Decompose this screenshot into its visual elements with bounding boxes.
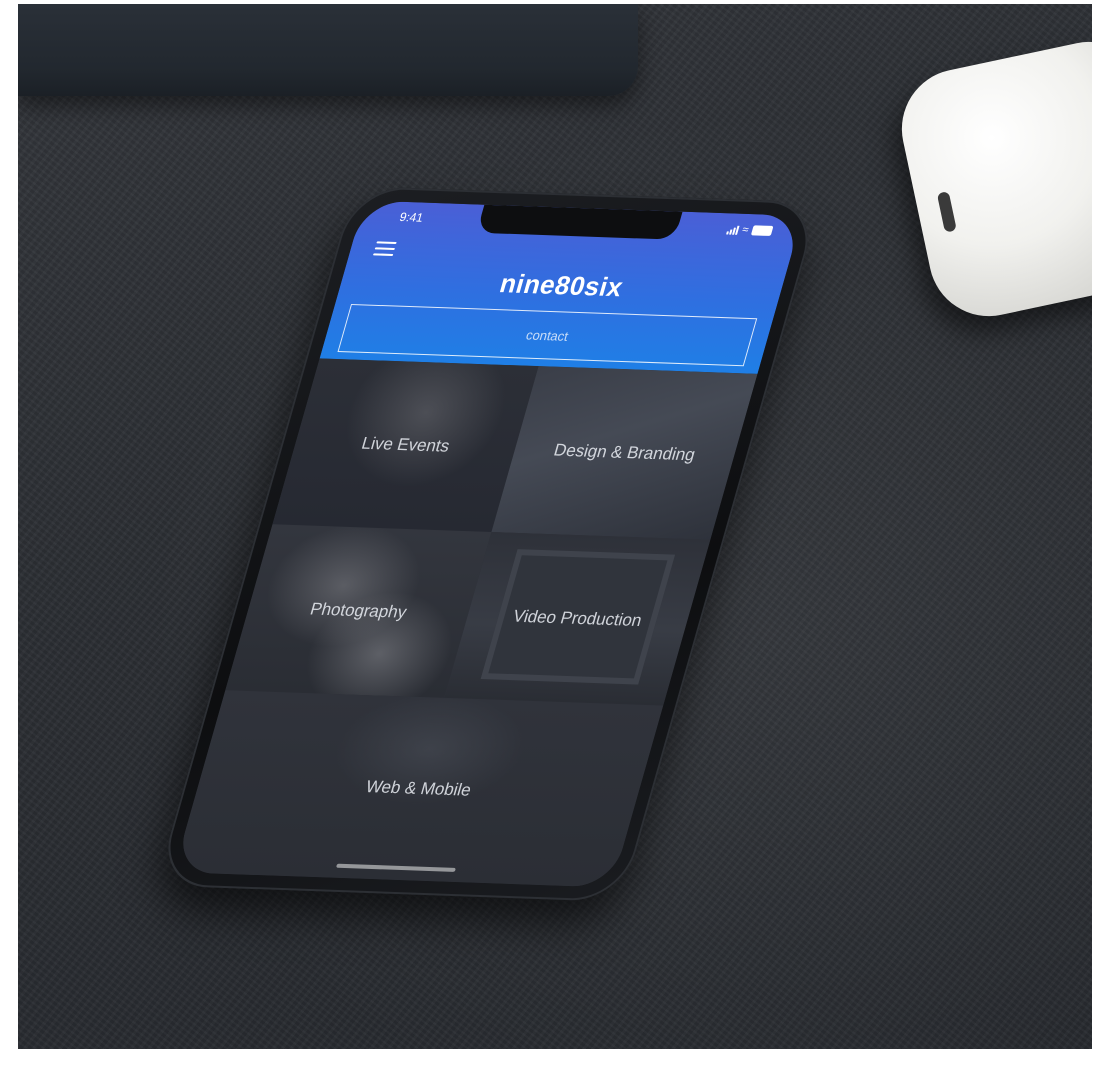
earbud-case-port — [936, 191, 957, 233]
wifi-icon: ≈ — [740, 223, 751, 237]
status-time: 9:41 — [397, 209, 426, 225]
tile-label: Live Events — [359, 433, 452, 456]
tile-label: Photography — [308, 599, 410, 622]
services-grid: Live Events Design & Branding Photograph… — [173, 358, 758, 888]
status-icons: ≈ — [726, 223, 774, 237]
photo-scene: 9:41 ≈ nine80six contact Live Events Des… — [18, 4, 1092, 1049]
laptop-edge — [18, 4, 638, 96]
tile-web-mobile[interactable]: Web & Mobile — [173, 689, 664, 888]
brand-title: nine80six — [496, 268, 627, 303]
phone-screen: 9:41 ≈ nine80six contact Live Events Des… — [173, 200, 803, 888]
tile-design-branding[interactable]: Design & Branding — [491, 366, 758, 540]
tile-label: Web & Mobile — [363, 776, 474, 800]
signal-icon — [726, 225, 740, 235]
phone-body: 9:41 ≈ nine80six contact Live Events Des… — [155, 186, 821, 902]
tile-video-production[interactable]: Video Production — [444, 531, 711, 706]
earbud-case — [890, 30, 1092, 328]
battery-icon — [750, 225, 774, 236]
menu-icon[interactable] — [372, 241, 397, 256]
phone: 9:41 ≈ nine80six contact Live Events Des… — [155, 186, 821, 902]
contact-button[interactable]: contact — [337, 303, 758, 367]
